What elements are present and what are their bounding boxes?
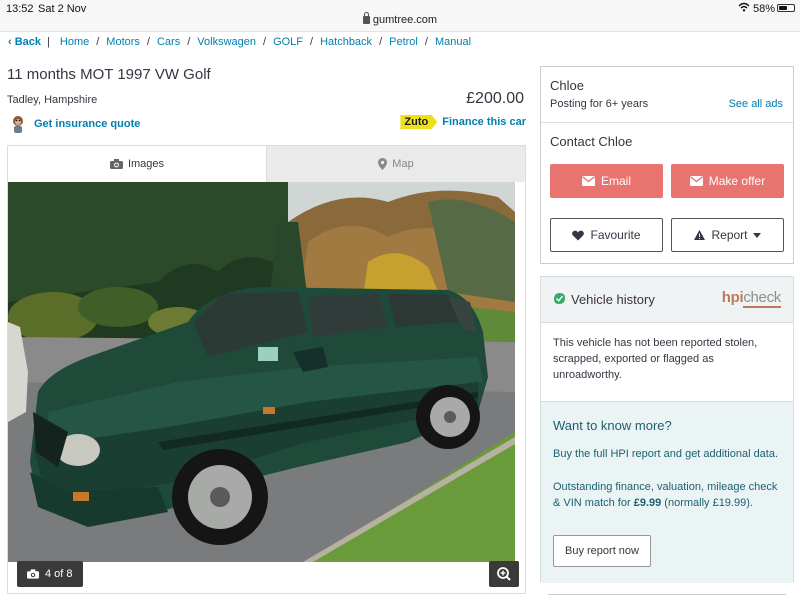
breadcrumb-petrol[interactable]: Petrol <box>389 36 418 48</box>
vehicle-history-title: Vehicle history <box>571 292 655 307</box>
listing-title: 11 months MOT 1997 VW Golf <box>7 66 211 83</box>
seller-name: Chloe <box>550 78 584 93</box>
chevron-down-icon <box>752 232 761 238</box>
battery-percent: 58% <box>753 3 776 15</box>
gallery-tabs: Images Map <box>7 145 526 182</box>
meerkat-icon <box>13 116 23 133</box>
breadcrumb-separator: / <box>96 36 100 48</box>
camera-icon <box>109 159 123 169</box>
wifi-icon <box>738 2 750 12</box>
hpi-upsell: Want to know more? Buy the full HPI repo… <box>541 401 793 583</box>
buy-report-button[interactable]: Buy report now <box>553 535 651 567</box>
envelope-icon <box>689 176 703 186</box>
address-bar[interactable]: gumtree.com <box>0 12 800 26</box>
tab-images[interactable]: Images <box>8 146 266 182</box>
breadcrumb-home[interactable]: Home <box>60 36 89 48</box>
breadcrumb-divider: | <box>47 36 50 48</box>
url-text: gumtree.com <box>372 14 438 26</box>
finance-link[interactable]: Zuto Finance this car <box>400 115 526 129</box>
zoom-in-icon <box>497 567 511 581</box>
breadcrumb-separator: / <box>146 36 150 48</box>
battery-level <box>779 6 788 10</box>
breadcrumb-separator: / <box>187 36 191 48</box>
favourite-button[interactable]: Favourite <box>550 218 663 252</box>
car-photo[interactable] <box>8 182 515 562</box>
finance-label: Finance this car <box>442 116 526 128</box>
listing-price: £200.00 <box>466 90 524 107</box>
tab-map[interactable]: Map <box>266 146 525 182</box>
back-label: Back <box>14 36 42 48</box>
breadcrumb-separator: / <box>424 36 428 48</box>
zoom-button[interactable] <box>489 561 519 587</box>
want-more-heading: Want to know more? <box>553 418 672 433</box>
outstanding-text: Outstanding finance, valuation, mileage … <box>553 479 785 511</box>
map-pin-icon <box>378 158 388 170</box>
make-offer-label: Make offer <box>708 174 766 188</box>
vehicle-history-panel: Vehicle history hpicheck This vehicle ha… <box>540 276 794 583</box>
breadcrumb-separator: / <box>263 36 267 48</box>
image-gallery: 4 of 8 <box>7 182 526 594</box>
outstanding-post: (normally £19.99). <box>661 497 753 509</box>
seller-posting-duration: Posting for 6+ years <box>550 98 649 110</box>
email-label: Email <box>600 174 631 188</box>
listing-location: Tadley, Hampshire <box>7 94 98 106</box>
back-link[interactable]: ‹ Back <box>8 36 41 48</box>
seller-panel: Chloe Posting for 6+ years See all ads C… <box>540 66 794 264</box>
buy-report-text: Buy the full HPI report and get addition… <box>553 448 779 460</box>
hpi-logo-check: check <box>743 289 781 308</box>
breadcrumb-golf[interactable]: GOLF <box>273 36 303 48</box>
report-button[interactable]: Report <box>671 218 784 252</box>
check-leaf-icon <box>554 293 565 304</box>
warning-icon <box>694 230 706 240</box>
email-button[interactable]: Email <box>550 164 663 198</box>
insurance-label: Get insurance quote <box>34 118 141 130</box>
next-panel-edge <box>548 594 786 600</box>
outstanding-price: £9.99 <box>633 497 662 509</box>
status-bar: 13:52 Sat 2 Nov gumtree.com 58% <box>0 0 800 32</box>
breadcrumb: ‹ Back | Home / Motors / Cars / Volkswag… <box>8 36 471 48</box>
breadcrumb-motors[interactable]: Motors <box>106 36 140 48</box>
heart-icon <box>572 230 585 240</box>
hpi-check-logo: hpicheck <box>721 289 781 308</box>
contact-title: Contact Chloe <box>550 134 633 149</box>
insurance-quote-link[interactable]: Get insurance quote <box>10 115 140 133</box>
breadcrumb-cars[interactable]: Cars <box>157 36 180 48</box>
breadcrumb-hatchback[interactable]: Hatchback <box>320 36 372 48</box>
battery-icon <box>777 4 795 12</box>
hpi-status-text: This vehicle has not been reported stole… <box>553 337 758 381</box>
photo-counter: 4 of 8 <box>17 561 83 587</box>
zuto-logo: Zuto <box>400 115 438 129</box>
breadcrumb-separator: / <box>310 36 314 48</box>
envelope-icon <box>581 176 595 186</box>
see-all-ads-link[interactable]: See all ads <box>729 98 783 110</box>
breadcrumb-separator: / <box>379 36 383 48</box>
vehicle-history-header: Vehicle history hpicheck <box>541 277 793 323</box>
breadcrumb-volkswagen[interactable]: Volkswagen <box>197 36 256 48</box>
camera-icon <box>27 569 39 579</box>
divider <box>541 122 793 123</box>
hpi-logo-hpi: hpi <box>721 289 744 306</box>
tab-map-label: Map <box>392 158 414 170</box>
tab-images-label: Images <box>127 158 165 170</box>
lock-icon <box>362 12 370 24</box>
report-label: Report <box>711 228 748 242</box>
favourite-label: Favourite <box>590 228 641 242</box>
make-offer-button[interactable]: Make offer <box>671 164 784 198</box>
breadcrumb-manual[interactable]: Manual <box>435 36 471 48</box>
photo-counter-label: 4 of 8 <box>45 568 73 580</box>
